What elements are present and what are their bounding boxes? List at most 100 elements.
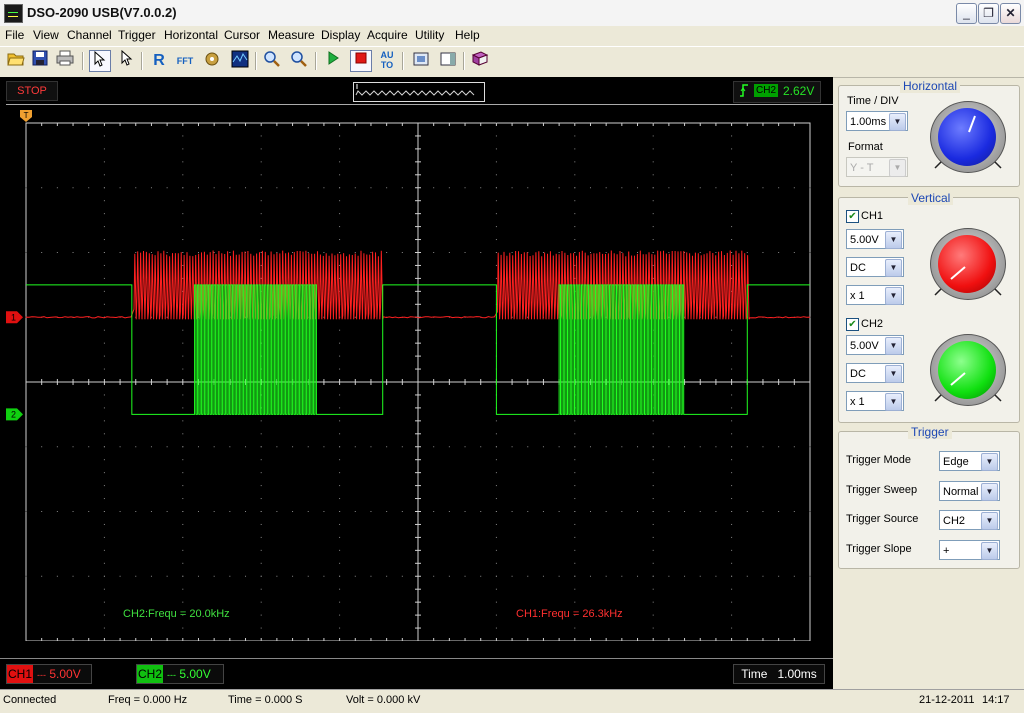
horizontal-knob[interactable] [930, 101, 1006, 173]
grid-dot [339, 187, 341, 189]
grid-dot [574, 174, 576, 176]
ch1-scale-label[interactable]: CH1 --- 5.00V [6, 664, 92, 684]
ch1-volts-knob[interactable] [930, 228, 1006, 300]
chevron-down-icon: ▼ [981, 483, 998, 501]
grid-dot [809, 511, 811, 512]
menu-view[interactable]: View [33, 28, 59, 42]
menu-file[interactable]: File [5, 28, 24, 42]
fft-icon[interactable]: FFT [174, 50, 196, 72]
trigger-position-marker[interactable]: T [20, 110, 32, 122]
toolbar-separator [315, 52, 317, 70]
reference-icon[interactable]: R [148, 50, 170, 72]
menu-trigger[interactable]: Trigger [118, 28, 156, 42]
book-icon[interactable] [469, 50, 491, 72]
ch2-volts-knob[interactable] [930, 334, 1006, 406]
grid-dot [715, 446, 717, 448]
pointer-icon[interactable] [89, 50, 111, 72]
svg-text:2: 2 [11, 409, 16, 419]
grid-dot [731, 601, 733, 603]
zoom-out-icon[interactable] [261, 50, 283, 72]
panel-icon[interactable] [437, 50, 459, 72]
ch1-enable-checkbox[interactable]: ✔ [846, 210, 859, 223]
grid-dot [103, 614, 105, 616]
trigger-position-preview[interactable] [353, 82, 485, 102]
grid-dot [103, 446, 105, 448]
grid-dot [495, 562, 497, 564]
stop-icon[interactable] [350, 50, 372, 72]
menu-utility[interactable]: Utility [415, 28, 444, 42]
waveform-graticule[interactable]: T 1 2 1 CH2:Frequ = 20.0kHz CH1:Frequ = … [6, 106, 814, 641]
trigger-source-select[interactable]: CH2 ▼ [939, 510, 1000, 530]
grid-dot [495, 252, 497, 253]
trigger-mode-select[interactable]: Edge ▼ [939, 451, 1000, 471]
zoom-in-icon[interactable] [288, 50, 310, 72]
minimize-button[interactable]: _ [956, 3, 977, 24]
menu-acquire[interactable]: Acquire [367, 28, 408, 42]
trigger-source-label: Trigger Source [846, 513, 919, 525]
grid-dot [339, 394, 341, 396]
ch1-ground-marker[interactable]: 1 [6, 311, 23, 324]
grid-dot [401, 511, 403, 512]
grid-dot [103, 277, 105, 279]
grid-dot [731, 135, 733, 137]
menu-cursor[interactable]: Cursor [224, 28, 260, 42]
save-icon[interactable] [29, 50, 51, 72]
ch2-probe-select[interactable]: x 1 ▼ [846, 391, 904, 411]
ch1-scale-value: 5.00V [49, 667, 81, 681]
grid-dot [637, 575, 639, 577]
ch2-scale-label[interactable]: CH2 --- 5.00V [136, 664, 224, 684]
ch1-coupling-select[interactable]: DC ▼ [846, 257, 904, 277]
menu-measure[interactable]: Measure [268, 28, 315, 42]
open-icon[interactable] [5, 50, 27, 72]
trigger-slope-select[interactable]: + ▼ [939, 540, 1000, 560]
grid-dot [135, 446, 137, 448]
ch1-volts-select[interactable]: 5.00V ▼ [846, 229, 904, 249]
grid-dot [260, 446, 262, 448]
format-select[interactable]: Y - T ▼ [846, 157, 908, 177]
grid-dot [182, 148, 184, 150]
settings-icon[interactable] [201, 50, 223, 72]
grid-dot [182, 355, 184, 357]
auto-icon[interactable]: AU TO [376, 50, 398, 72]
ch2-ground-marker[interactable]: 2 [6, 408, 23, 421]
grid-dot [793, 446, 795, 448]
menu-horizontal[interactable]: Horizontal [164, 28, 218, 42]
grid-dot [88, 575, 90, 577]
grid-dot [339, 420, 341, 422]
grid-dot [245, 575, 247, 577]
menu-help[interactable]: Help [455, 28, 480, 42]
grid-dot [323, 575, 325, 577]
screenshot-icon[interactable] [410, 50, 432, 72]
grid-dot [135, 511, 137, 512]
grid-dot [448, 511, 450, 512]
menu-display[interactable]: Display [321, 28, 360, 42]
timebase-label[interactable]: Time 1.00ms [733, 664, 825, 684]
grid-dot [652, 420, 654, 422]
menu-channel[interactable]: Channel [67, 28, 112, 42]
grid-dot [574, 148, 576, 150]
run-icon[interactable] [322, 50, 344, 72]
grid-dot [621, 511, 623, 512]
restore-button[interactable]: ❐ [978, 3, 999, 24]
oscilloscope-icon [4, 4, 23, 23]
ch2-enable-checkbox[interactable]: ✔ [846, 318, 859, 331]
print-icon[interactable] [54, 50, 76, 72]
waveform-icon[interactable] [229, 50, 251, 72]
grid-dot [574, 498, 576, 500]
time-div-select[interactable]: 1.00ms ▼ [846, 111, 908, 131]
grid-dot [574, 446, 576, 448]
close-button[interactable]: ✕ [1000, 3, 1021, 24]
grid-dot [307, 575, 309, 577]
grid-dot [574, 562, 576, 564]
grid-dot [448, 446, 450, 448]
grid-dot [746, 446, 748, 448]
ch2-volts-select[interactable]: 5.00V ▼ [846, 335, 904, 355]
ch1-probe-select[interactable]: x 1 ▼ [846, 285, 904, 305]
select-icon[interactable] [116, 49, 138, 72]
grid-dot [103, 601, 105, 603]
ch2-coupling-select[interactable]: DC ▼ [846, 363, 904, 383]
grid-dot [652, 200, 654, 202]
trigger-sweep-select[interactable]: Normal ▼ [939, 481, 1000, 501]
grid-dot [182, 213, 184, 215]
grid-dot [558, 446, 560, 448]
